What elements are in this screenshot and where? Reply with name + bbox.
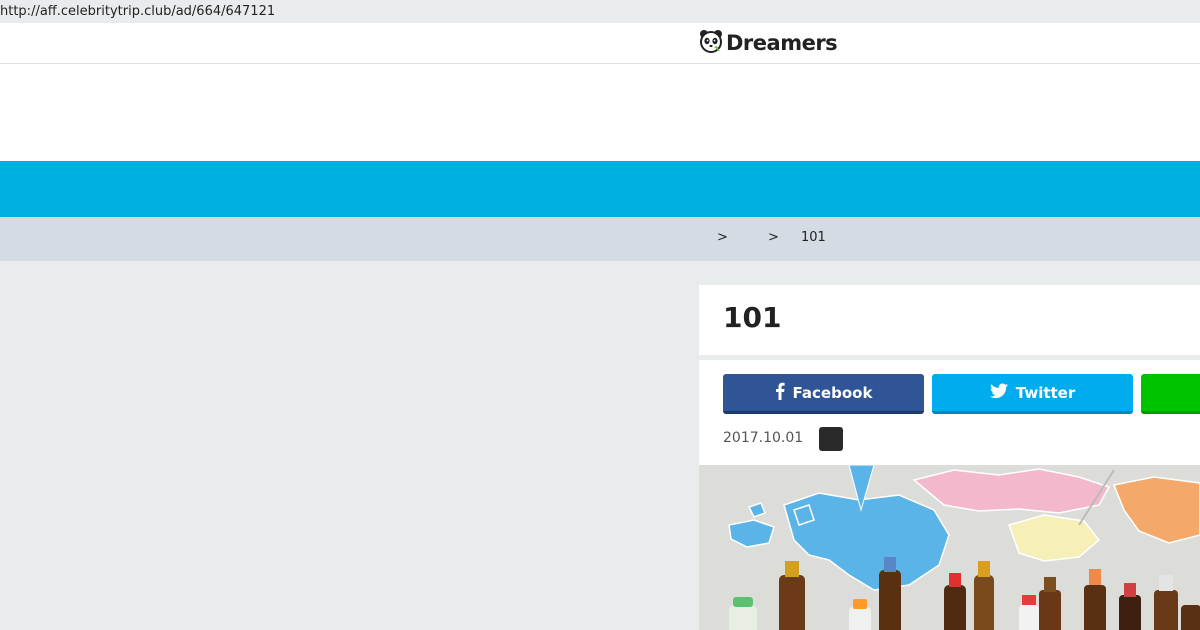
site-header: Dreamers [0,23,1200,64]
breadcrumb-separator: > [768,230,779,245]
twitter-bird-icon [989,383,1008,403]
twitter-label: Twitter [1015,383,1076,402]
site-logo[interactable]: Dreamers [698,28,838,58]
article-title-box: 101 [699,285,1200,355]
hero-image [699,465,1200,630]
breadcrumb: > > 101 [0,217,1200,261]
facebook-label: Facebook [792,383,873,402]
url-bar[interactable]: http://aff.celebritytrip.club/ad/664/647… [0,0,1200,23]
panda-icon [698,28,724,58]
page-title: 101 [723,301,782,334]
breadcrumb-current: 101 [801,230,826,245]
line-share-button[interactable] [1141,374,1200,414]
twitter-share-button[interactable]: Twitter [932,374,1133,414]
global-nav-bar [0,161,1200,217]
breadcrumb-separator: > [717,230,728,245]
ad-area [0,64,1200,161]
category-chip[interactable] [819,427,843,451]
publish-date: 2017.10.01 [723,430,804,446]
facebook-icon [775,382,785,404]
facebook-share-button[interactable]: Facebook [723,374,924,414]
article-body: Facebook Twitter 2017.10.01 [699,360,1200,630]
logo-text: Dreamers [726,31,838,55]
